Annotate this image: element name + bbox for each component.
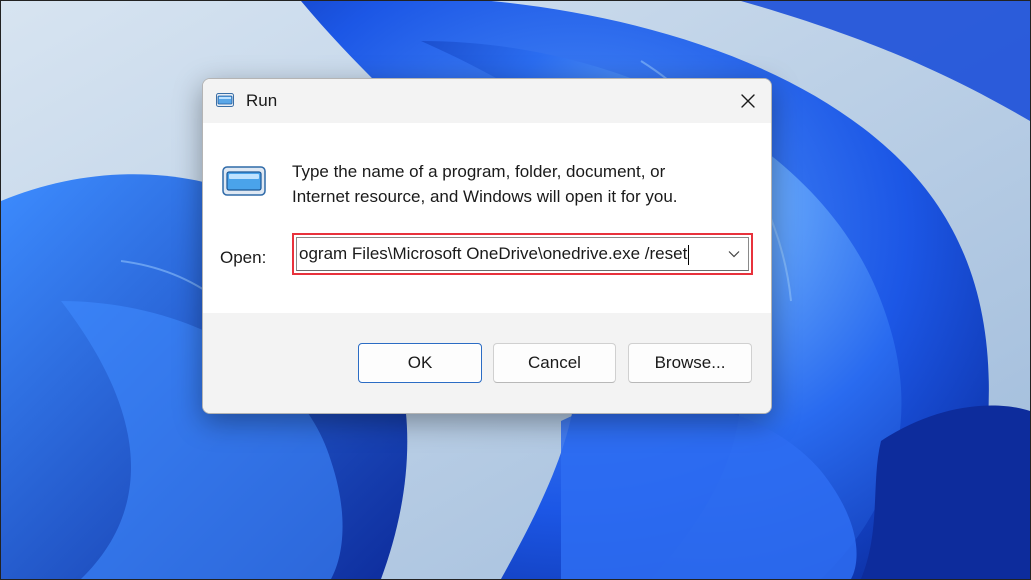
open-combobox[interactable]: ogram Files\Microsoft OneDrive\onedrive.… <box>296 237 749 271</box>
close-icon <box>741 94 755 108</box>
run-dialog: Run Type the name of a program, folder, … <box>202 78 772 414</box>
dialog-body: Type the name of a program, folder, docu… <box>203 123 771 313</box>
ok-button[interactable]: OK <box>358 343 482 383</box>
text-caret <box>688 244 690 265</box>
open-input-value: ogram Files\Microsoft OneDrive\onedrive.… <box>299 244 688 263</box>
close-button[interactable] <box>725 79 771 123</box>
dropdown-button[interactable] <box>720 238 748 270</box>
desktop: Run Type the name of a program, folder, … <box>0 0 1031 580</box>
window-title: Run <box>246 91 278 110</box>
description: Type the name of a program, folder, docu… <box>292 159 742 209</box>
open-input[interactable]: ogram Files\Microsoft OneDrive\onedrive.… <box>297 243 720 265</box>
browse-button[interactable]: Browse... <box>628 343 752 383</box>
chevron-down-icon <box>728 251 740 258</box>
run-icon <box>216 93 234 107</box>
dialog-footer: OK Cancel Browse... <box>203 313 771 413</box>
open-label: Open: <box>220 248 267 267</box>
run-icon <box>222 166 266 196</box>
open-combobox-highlight: ogram Files\Microsoft OneDrive\onedrive.… <box>292 233 753 275</box>
description-line: Type the name of a program, folder, docu… <box>292 162 666 181</box>
description-line: Internet resource, and Windows will open… <box>292 187 678 206</box>
title-bar[interactable]: Run <box>203 79 771 123</box>
cancel-button[interactable]: Cancel <box>493 343 616 383</box>
